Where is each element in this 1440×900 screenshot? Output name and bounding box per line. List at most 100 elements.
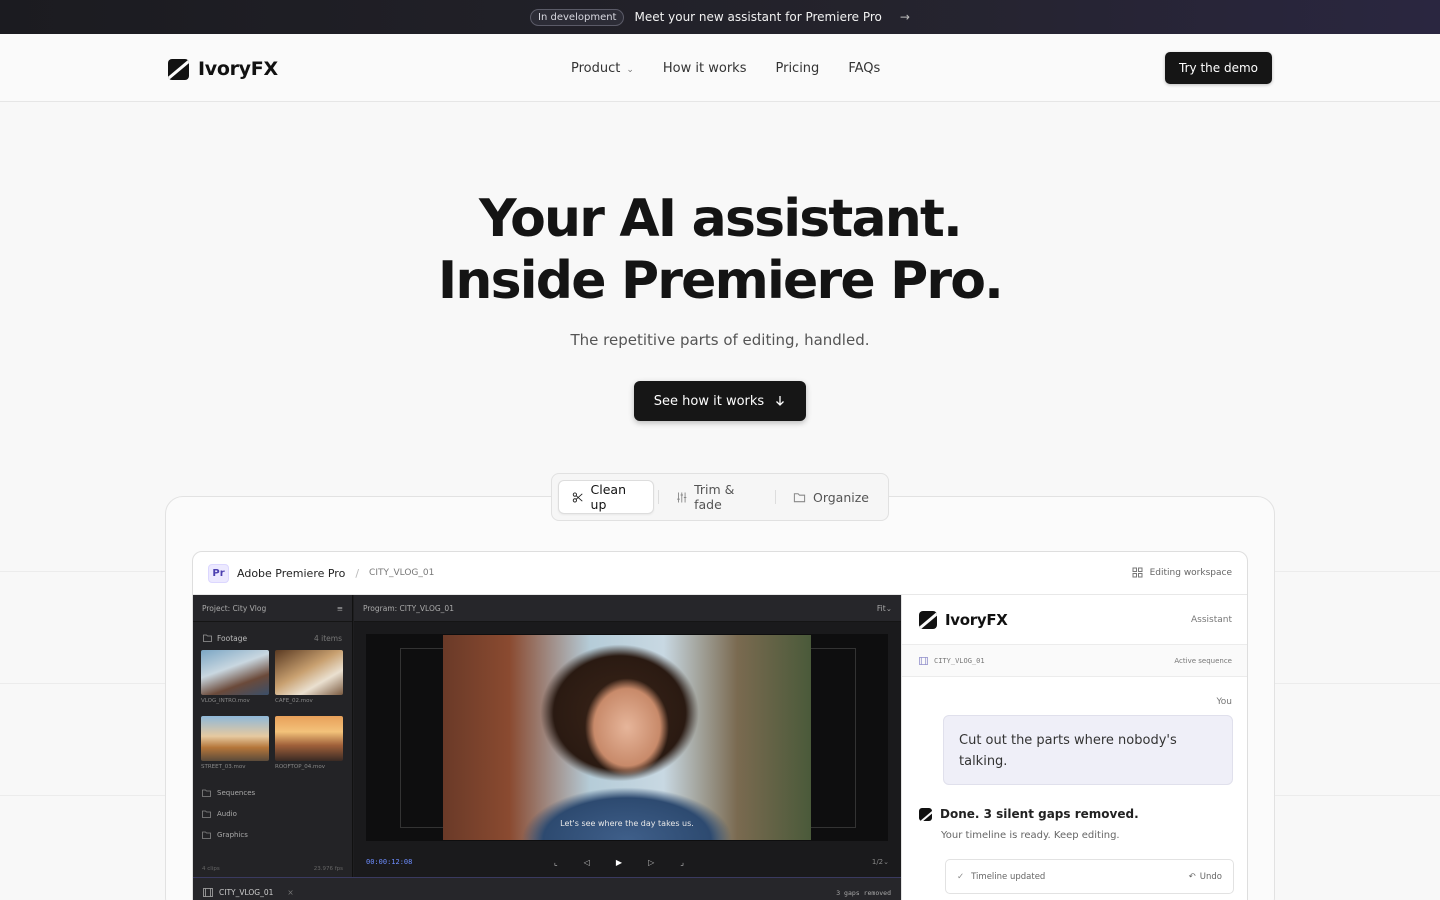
clip-name: CAFE_02.mov [275, 698, 313, 704]
tab-label: Organize [812, 489, 869, 505]
announcement-bar[interactable]: In development Meet your new assistant f… [0, 0, 1440, 34]
folder-icon [793, 492, 806, 502]
sequence-status: Active sequence [1174, 656, 1232, 665]
tab-label: Trim & fade [694, 482, 735, 512]
frame-rate: 23.976 fps [313, 866, 343, 872]
see-how-it-works-button[interactable]: See how it works [634, 381, 806, 421]
navbar: IvoryFX Product ⌄ How it works Pricing FA… [0, 34, 1440, 102]
nav-item-product[interactable]: Product ⌄ [571, 61, 634, 76]
nav-item-faqs[interactable]: FAQs [848, 61, 880, 76]
editor-area: Project: City Vlog ≡ Footage 4 items VLO… [193, 595, 901, 900]
folder-label: Footage [217, 633, 248, 643]
timeline-bar[interactable]: CITY_VLOG_01 × 3 gaps removed [193, 877, 901, 900]
menu-icon[interactable]: ≡ [337, 604, 343, 613]
assistant-panel: IvoryFX Assistant CITY_VLOG_01 Active se… [901, 595, 1247, 900]
undo-icon: ↶ [1188, 871, 1196, 882]
tab-organize[interactable]: Organize [780, 480, 882, 514]
clip-name: VLOG_INTRO.mov [201, 698, 250, 704]
bin-label: Graphics [217, 830, 248, 839]
resolution-dropdown[interactable]: 1/2⌄ [872, 858, 889, 866]
play-icon[interactable]: ▶ [616, 858, 622, 867]
clip-item[interactable]: ROOFTOP_04.mov [275, 716, 343, 776]
clip-thumbnail [201, 650, 269, 695]
project-footer: 4 clips 23.976 fps [202, 866, 343, 872]
undo-label: Undo [1199, 871, 1222, 882]
page-title: Your AI assistant. Inside Premiere Pro. [0, 188, 1440, 312]
video-viewer[interactable]: Let's see where the day takes us. [366, 634, 888, 841]
step-forward-icon[interactable]: ▷ [648, 858, 654, 867]
folder-icon [202, 810, 211, 818]
step-back-icon[interactable]: ◁ [584, 858, 590, 867]
chevron-down-icon: ⌄ [883, 858, 889, 866]
folder-icon [202, 789, 211, 797]
timeline-updated-card: ✓ Timeline updated ↶ Undo [945, 859, 1234, 894]
assistant-reply-text: Your timeline is ready. Keep editing. [941, 830, 1120, 841]
panel-header: Program: CITY_VLOG_01 Fit⌄ [354, 595, 901, 622]
divider [657, 490, 659, 504]
workspace-switcher[interactable]: Editing workspace [1132, 567, 1232, 578]
assistant-header: IvoryFX Assistant [902, 595, 1247, 645]
timecode: 00:00:12:08 [366, 858, 413, 866]
updated-label: Timeline updated [971, 871, 1046, 882]
clip-thumbnail [275, 650, 343, 695]
app-name: Adobe Premiere Pro [237, 566, 346, 580]
tab-clean-up[interactable]: Clean up [558, 480, 654, 514]
scissors-icon [572, 492, 583, 502]
close-icon[interactable]: × [287, 888, 293, 897]
folder-footage[interactable]: Footage 4 items [193, 628, 352, 648]
mark-out-icon[interactable]: ⌟ [680, 858, 684, 867]
fit-label: Fit [876, 603, 886, 613]
bin-sequences[interactable]: Sequences [193, 782, 352, 803]
nav-item-how-it-works[interactable]: How it works [663, 61, 747, 76]
clip-item[interactable]: STREET_03.mov [201, 716, 269, 776]
clip-name: ROOFTOP_04.mov [275, 764, 326, 770]
panel-header: Project: City Vlog ≡ [193, 595, 352, 622]
main-menu: Product ⌄ How it works Pricing FAQs [571, 34, 880, 102]
transport-bar: 00:00:12:08 ⌞ ◁ ▶ ▷ ⌟ 1/2⌄ [354, 852, 901, 872]
try-demo-button[interactable]: Try the demo [1165, 52, 1272, 84]
clip-item[interactable]: VLOG_INTRO.mov [201, 650, 269, 710]
reply-title: Done. 3 silent gaps removed. [940, 807, 1139, 821]
assistant-name: IvoryFX [945, 610, 1008, 629]
feature-tabs: Clean up Trim & fade Organize [551, 473, 889, 521]
sender-label: You [1216, 697, 1232, 707]
film-icon [203, 888, 213, 897]
mark-in-icon[interactable]: ⌞ [554, 858, 558, 867]
active-sequence-row[interactable]: CITY_VLOG_01 Active sequence [902, 645, 1247, 677]
logo[interactable]: IvoryFX [168, 58, 278, 80]
gaps-status: 3 gaps removed [836, 888, 891, 897]
fit-dropdown[interactable]: Fit⌄ [877, 604, 892, 613]
assistant-tag: Assistant [1190, 614, 1232, 625]
bin-label: Audio [217, 809, 237, 818]
arrow-down-icon [776, 396, 785, 406]
workspace-label: Editing workspace [1149, 567, 1232, 578]
tab-trim-fade[interactable]: Trim & fade [663, 480, 772, 514]
film-icon [919, 656, 928, 665]
sequence-name: CITY_VLOG_01 [219, 888, 274, 897]
bin-audio[interactable]: Audio [193, 803, 352, 824]
premiere-icon: Pr [208, 563, 229, 583]
clip-grid: VLOG_INTRO.mov CAFE_02.mov STREET_03.mov… [193, 648, 352, 776]
announcement-message[interactable]: Meet your new assistant for Premiere Pro [634, 10, 881, 24]
button-label: See how it works [653, 393, 765, 409]
logo-mark-icon [919, 610, 937, 629]
nav-item-pricing[interactable]: Pricing [775, 61, 819, 76]
undo-button[interactable]: ↶ Undo [1189, 872, 1222, 882]
chevron-down-icon: ⌄ [885, 603, 892, 613]
clip-item[interactable]: CAFE_02.mov [275, 650, 343, 710]
grid-icon [1132, 567, 1143, 578]
status-badge: In development [530, 8, 625, 26]
sliders-icon [676, 492, 686, 502]
program-monitor: Program: CITY_VLOG_01 Fit⌄ Let's see whe… [354, 595, 901, 877]
app-window: Pr Adobe Premiere Pro / CITY_VLOG_01 Edi… [192, 551, 1248, 900]
project-title: Project: City Vlog [202, 603, 267, 613]
clip-count: 4 clips [202, 866, 220, 872]
breadcrumb[interactable]: CITY_VLOG_01 [369, 568, 434, 578]
divider [775, 490, 776, 504]
clip-name: STREET_03.mov [201, 764, 246, 770]
bin-label: Sequences [217, 788, 256, 797]
bin-graphics[interactable]: Graphics [193, 824, 352, 845]
folder-icon [203, 634, 212, 642]
folder-icon [202, 831, 211, 839]
playback-controls: ⌞ ◁ ▶ ▷ ⌟ [554, 858, 684, 867]
